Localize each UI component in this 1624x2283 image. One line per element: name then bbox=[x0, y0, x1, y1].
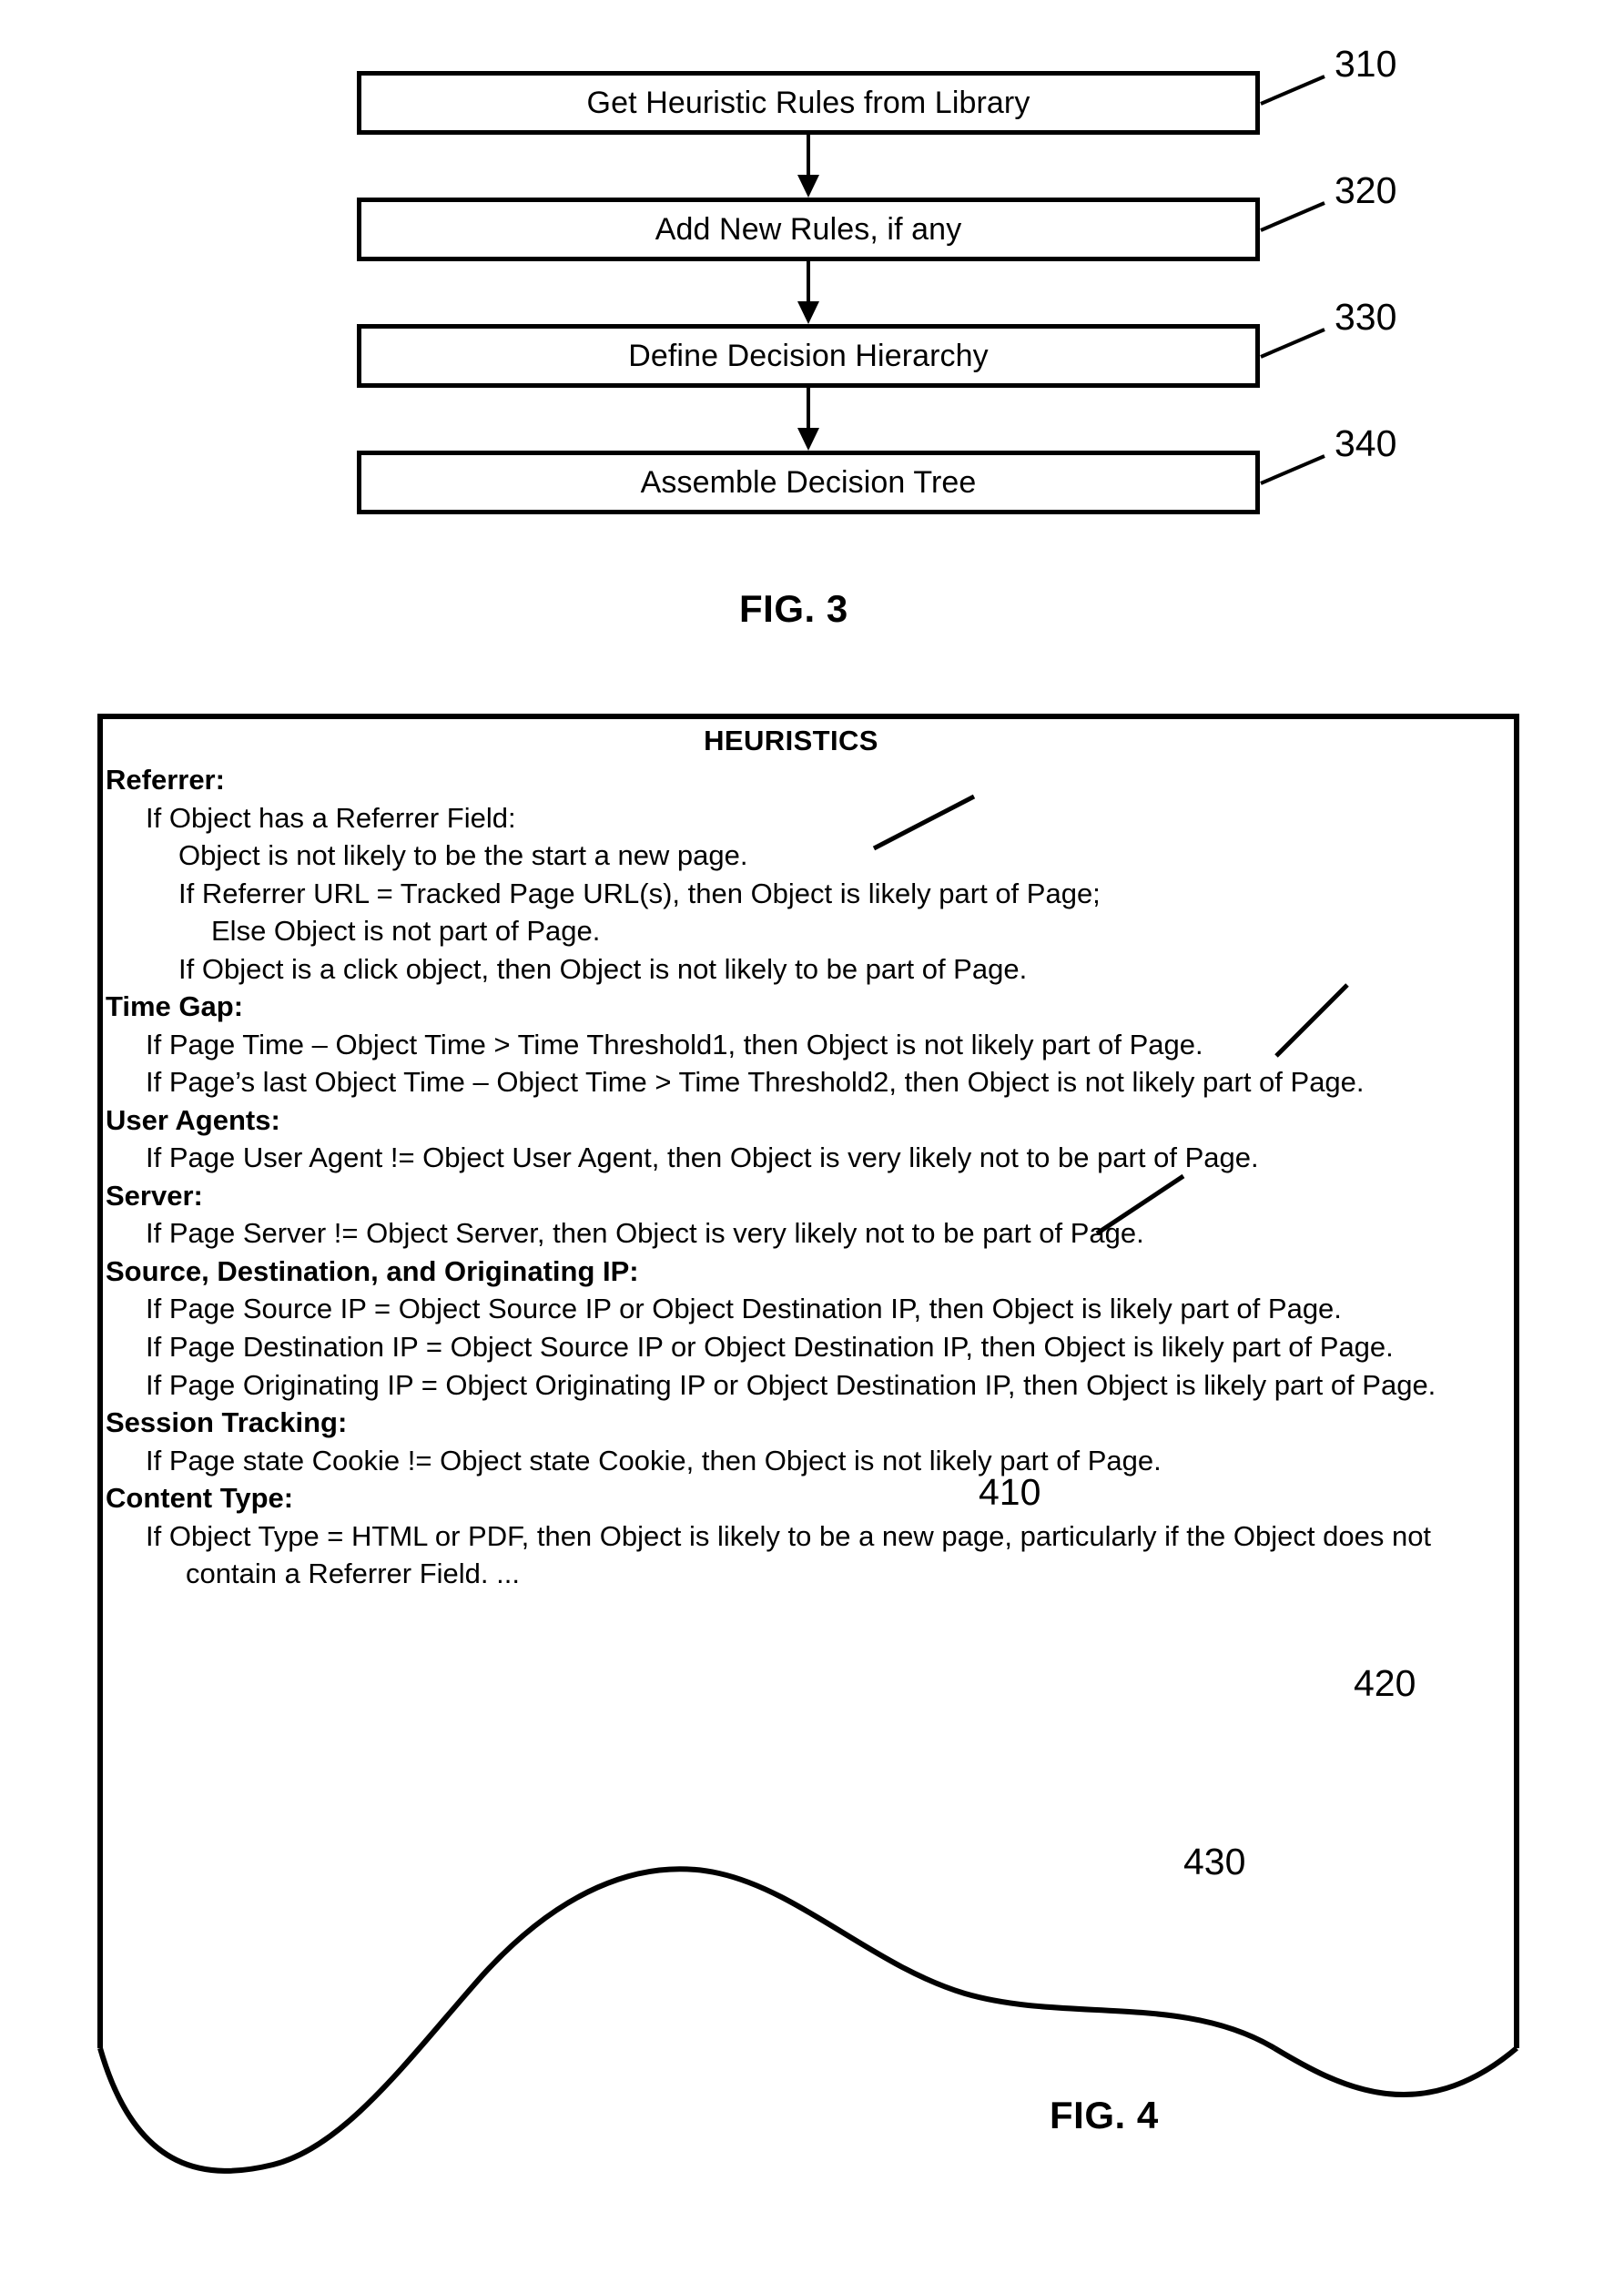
reference-numeral-410: 410 bbox=[979, 1471, 1041, 1513]
flow-step-box-330: Define Decision Hierarchy bbox=[357, 324, 1260, 388]
reference-numeral-420: 420 bbox=[1354, 1662, 1416, 1704]
flow-step-label: Define Decision Hierarchy bbox=[628, 339, 989, 373]
heuristics-rule-line: If Page state Cookie != Object state Coo… bbox=[146, 1444, 1162, 1476]
heuristics-sections: Referrer: If Object has a Referrer Field:… bbox=[106, 761, 1513, 1593]
heuristics-section-heading: Source, Destination, and Originating IP: bbox=[106, 1254, 639, 1287]
heuristics-rule-line: Else Object is not part of Page. bbox=[211, 915, 601, 948]
heuristics-rule-line: If Object is a click object, then Object… bbox=[178, 952, 1028, 985]
figure-4-caption: FIG. 4 bbox=[1050, 2094, 1159, 2136]
reference-numeral-310: 310 bbox=[1335, 43, 1397, 85]
reference-numeral-430: 430 bbox=[1183, 1841, 1246, 1882]
heuristics-rule-line: If Page Time – Object Time > Time Thresh… bbox=[146, 1028, 1203, 1060]
heuristics-rule-line: If Page User Agent != Object User Agent,… bbox=[146, 1142, 1259, 1174]
heuristics-section-heading: User Agents: bbox=[106, 1103, 280, 1136]
heuristics-rule-line: If Page Source IP = Object Source IP or … bbox=[146, 1293, 1342, 1325]
figure-4: HEURISTICS Referrer: If Object has a Refe… bbox=[0, 701, 1624, 2283]
reference-numeral-340: 340 bbox=[1335, 422, 1397, 464]
heuristics-section-heading: Time Gap: bbox=[106, 990, 244, 1023]
heuristics-rule-line: If Page Originating IP = Object Originat… bbox=[146, 1368, 1436, 1401]
reference-numeral-320: 320 bbox=[1335, 169, 1397, 211]
flow-step-box-310: Get Heuristic Rules from Library bbox=[357, 71, 1260, 135]
heuristics-rule-line: If Page’s last Object Time – Object Time… bbox=[146, 1066, 1365, 1099]
heuristics-rule-line: If Page Destination IP = Object Source I… bbox=[146, 1330, 1394, 1363]
heuristics-section-heading: Session Tracking: bbox=[106, 1406, 348, 1439]
heuristics-rule-line: If Object has a Referrer Field: bbox=[146, 801, 516, 834]
heuristics-content: HEURISTICS Referrer: If Object has a Refe… bbox=[106, 717, 1513, 1593]
flow-step-label: Get Heuristic Rules from Library bbox=[586, 86, 1030, 120]
flow-step-label: Assemble Decision Tree bbox=[640, 465, 977, 500]
heuristics-section-heading: Server: bbox=[106, 1179, 203, 1212]
heuristics-rule-line: If Referrer URL = Tracked Page URL(s), t… bbox=[178, 877, 1101, 909]
figure-3: Get Heuristic Rules from Library Add New… bbox=[0, 0, 1624, 655]
flow-step-box-340: Assemble Decision Tree bbox=[357, 451, 1260, 514]
heuristics-title: HEURISTICS bbox=[704, 725, 878, 756]
heuristics-section-heading: Referrer: bbox=[106, 764, 225, 796]
heuristics-section-heading: Content Type: bbox=[106, 1482, 294, 1515]
reference-numeral-330: 330 bbox=[1335, 296, 1397, 338]
flow-step-box-320: Add New Rules, if any bbox=[357, 198, 1260, 261]
flow-step-label: Add New Rules, if any bbox=[655, 212, 962, 247]
heuristics-rule-line: Object is not likely to be the start a n… bbox=[178, 839, 748, 872]
heuristics-rule-line: If Object Type = HTML or PDF, then Objec… bbox=[146, 1519, 1432, 1590]
heuristics-rule-line: If Page Server != Object Server, then Ob… bbox=[146, 1217, 1144, 1250]
patent-figure-sheet: Get Heuristic Rules from Library Add New… bbox=[0, 0, 1624, 2283]
figure-3-caption: FIG. 3 bbox=[739, 587, 848, 630]
